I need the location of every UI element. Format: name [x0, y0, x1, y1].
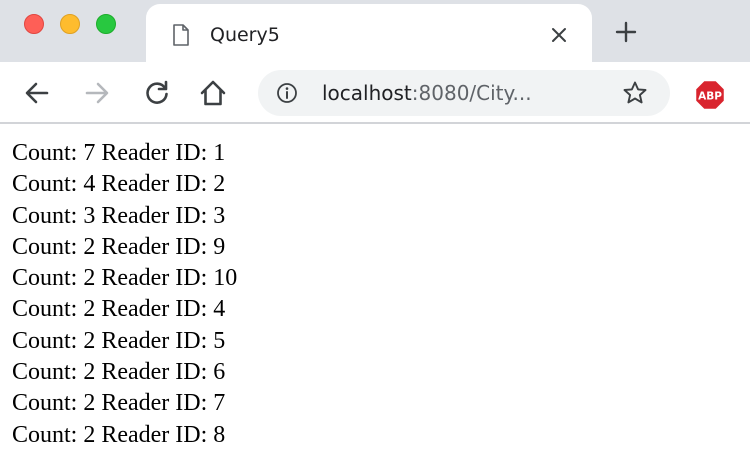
reader-id-label: Reader ID: [101, 171, 208, 198]
count-label: Count: [12, 390, 78, 417]
count-label: Count: [12, 359, 78, 386]
plus-icon[interactable] [612, 18, 640, 46]
reader-id-label: Reader ID: [101, 140, 208, 166]
url-path: :8080/City... [411, 81, 532, 105]
count-label: Count: [12, 327, 78, 354]
count-label: Count: [12, 233, 78, 260]
result-row: Count: 2 Reader ID: 4 [12, 294, 237, 325]
tab-strip: Query5 [0, 0, 750, 62]
maximize-window-button[interactable] [96, 14, 116, 34]
url-host: localhost [322, 81, 412, 105]
reader-id-label: Reader ID: [101, 265, 208, 292]
browser-window: Query5 localhost:8080/City... ABP Count:… [0, 0, 750, 449]
reader-id-label: Reader ID: [101, 359, 208, 386]
result-row: Count: 2 Reader ID: 6 [12, 357, 237, 388]
close-window-button[interactable] [24, 14, 44, 34]
reader-id-label: Reader ID: [101, 390, 208, 417]
reader-id-label: Reader ID: [101, 421, 208, 448]
count-value: 7 [83, 140, 96, 166]
reader-id-value: 5 [213, 327, 226, 354]
abp-label: ABP [698, 91, 722, 103]
url-text[interactable]: localhost:8080/City... [322, 80, 532, 106]
document-icon [173, 24, 189, 46]
info-icon[interactable] [276, 82, 298, 104]
reader-id-value: 3 [213, 202, 226, 229]
count-value: 4 [83, 171, 96, 198]
result-row: Count: 2 Reader ID: 8 [12, 420, 237, 449]
reader-id-value: 10 [213, 265, 238, 292]
reader-id-value: 1 [213, 140, 226, 166]
count-label: Count: [12, 265, 78, 292]
reader-id-value: 8 [213, 421, 226, 448]
count-label: Count: [12, 421, 78, 448]
reader-id-value: 6 [213, 359, 226, 386]
reader-id-value: 4 [213, 296, 226, 323]
minimize-window-button[interactable] [60, 14, 80, 34]
tab-title: Query5 [210, 24, 280, 46]
count-label: Count: [12, 140, 78, 166]
adblock-plus-button[interactable]: ABP [694, 79, 726, 111]
reload-icon[interactable] [142, 78, 172, 108]
count-value: 2 [83, 296, 96, 323]
reader-id-label: Reader ID: [101, 233, 208, 260]
count-label: Count: [12, 202, 78, 229]
count-value: 2 [83, 233, 96, 260]
count-value: 3 [83, 202, 96, 229]
reader-id-value: 9 [213, 233, 226, 260]
count-label: Count: [12, 171, 78, 198]
count-label: Count: [12, 296, 78, 323]
arrow-right-icon[interactable] [82, 78, 112, 108]
result-row: Count: 2 Reader ID: 10 [12, 263, 237, 294]
arrow-left-icon[interactable] [22, 78, 52, 108]
tab-query5[interactable]: Query5 [146, 4, 592, 62]
reader-id-label: Reader ID: [101, 202, 208, 229]
result-row: Count: 2 Reader ID: 9 [12, 232, 237, 263]
result-row: Count: 7 Reader ID: 1 [12, 138, 237, 169]
toolbar: localhost:8080/City... [0, 62, 750, 124]
count-value: 2 [83, 421, 96, 448]
count-value: 2 [83, 327, 96, 354]
count-value: 2 [83, 265, 96, 292]
result-row: Count: 3 Reader ID: 3 [12, 201, 237, 232]
count-value: 2 [83, 359, 96, 386]
result-row: Count: 2 Reader ID: 5 [12, 326, 237, 357]
result-row: Count: 2 Reader ID: 7 [12, 388, 237, 419]
result-row: Count: 4 Reader ID: 2 [12, 169, 237, 200]
reader-id-value: 2 [213, 171, 226, 198]
count-value: 2 [83, 390, 96, 417]
reader-id-label: Reader ID: [101, 296, 208, 323]
reader-id-label: Reader ID: [101, 327, 208, 354]
home-icon[interactable] [198, 78, 228, 108]
page-content: Count: 7 Reader ID: 1 Count: 4 Reader ID:… [12, 138, 237, 449]
address-bar[interactable]: localhost:8080/City... [258, 70, 670, 116]
star-icon[interactable] [622, 80, 648, 106]
reader-id-value: 7 [213, 390, 226, 417]
close-icon[interactable] [546, 22, 572, 48]
